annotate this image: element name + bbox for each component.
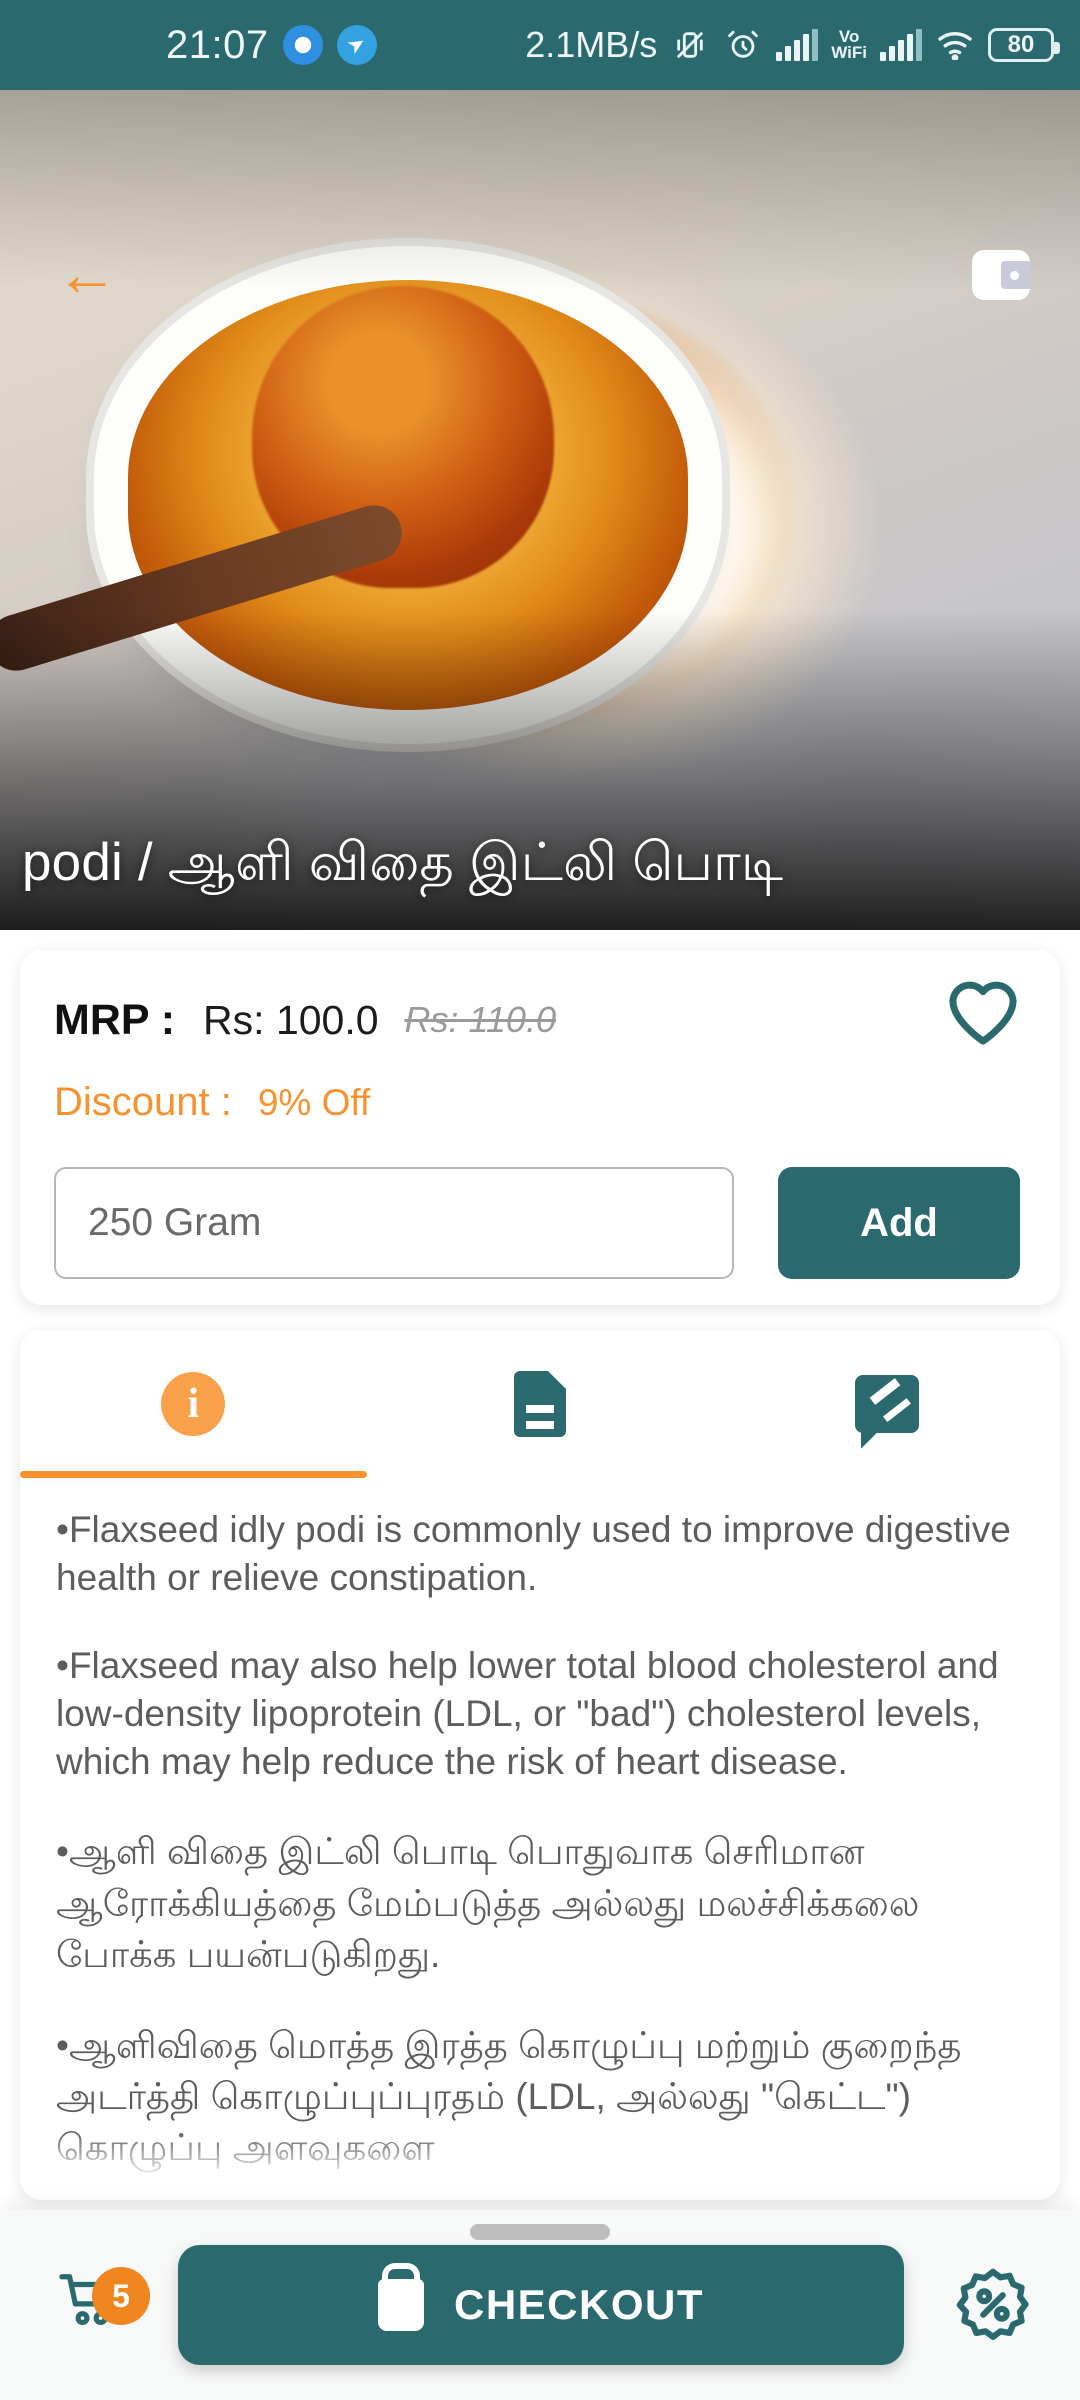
mrp-label: MRP : xyxy=(54,995,176,1044)
network-speed-text: 2.1MB/s xyxy=(525,24,658,65)
description-fade-overlay xyxy=(20,2130,1060,2200)
heart-outline-icon[interactable] xyxy=(940,968,1026,1054)
cart-button[interactable]: 5 xyxy=(14,2267,164,2341)
mrp-row: MRP : Rs: 100.0 Rs: 110.0 xyxy=(54,981,1026,1054)
hero-top-gradient xyxy=(0,90,1080,290)
discount-value: 9% Off xyxy=(257,1081,371,1123)
description-body: •Flaxseed idly podi is commonly used to … xyxy=(20,1478,1060,2173)
signal-bars-2-icon xyxy=(880,29,922,61)
sheet-grabber-handle[interactable] xyxy=(470,2224,610,2240)
offers-button[interactable] xyxy=(918,2266,1068,2344)
tab-information[interactable]: i xyxy=(20,1330,367,1478)
signal-bars-icon xyxy=(776,29,819,61)
status-bar-left: 21:07 xyxy=(166,23,377,68)
back-arrow-icon[interactable]: ← xyxy=(42,230,132,320)
mrp-value: Rs: 100.0 xyxy=(203,996,379,1043)
review-comment-icon xyxy=(854,1375,919,1433)
telegram-icon xyxy=(336,25,377,65)
checkout-button[interactable]: CHECKOUT xyxy=(178,2245,904,2365)
page-title: podi / ஆளி விதை இட்லி பொடி xyxy=(22,832,784,892)
discount-percent-badge-icon xyxy=(954,2266,1032,2344)
cart-badge-count: 5 xyxy=(92,2267,150,2325)
alarm-icon xyxy=(723,25,763,65)
battery-percent: 80 xyxy=(1007,31,1035,58)
tab-reviews[interactable] xyxy=(713,1330,1060,1478)
info-circle-icon: i xyxy=(161,1372,226,1436)
tab-active-indicator xyxy=(20,1471,367,1478)
description-paragraph: •Flaxseed idly podi is commonly used to … xyxy=(56,1509,1011,1599)
checkout-label: CHECKOUT xyxy=(454,2281,704,2328)
bottom-action-bar: 5 CHECKOUT xyxy=(0,2210,1080,2400)
wallet-icon[interactable] xyxy=(964,238,1038,312)
vibrate-off-icon xyxy=(670,25,710,65)
quantity-row: 250 Gram Add xyxy=(54,1167,1026,1279)
price-card: MRP : Rs: 100.0 Rs: 110.0 Discount : 9% … xyxy=(20,950,1060,1305)
product-details-card: i •Flaxseed idly podi is commonly used t… xyxy=(20,1330,1060,2200)
status-bar-right: 2.1MB/s Vo WiFi 80 xyxy=(525,24,1060,66)
wallet-glyph xyxy=(972,250,1031,300)
quantity-select[interactable]: 250 Gram xyxy=(54,1167,734,1279)
focus-dot-icon xyxy=(282,25,323,65)
discount-row: Discount : 9% Off xyxy=(54,1080,1026,1125)
status-time: 21:07 xyxy=(166,22,269,67)
tab-bar: i xyxy=(20,1330,1060,1478)
tab-details[interactable] xyxy=(367,1330,714,1478)
wifi-icon xyxy=(935,25,975,65)
shopping-bag-icon xyxy=(378,2279,424,2331)
mrp-original-price: Rs: 110.0 xyxy=(404,999,556,1040)
battery-icon: 80 xyxy=(988,28,1060,62)
volte-wifi-icon: Vo WiFi xyxy=(831,26,867,62)
description-paragraph: •Flaxseed may also help lower total bloo… xyxy=(56,1645,999,1783)
discount-label: Discount : xyxy=(54,1080,232,1124)
description-paragraph: •ஆளி விதை இட்லி பொடி பொதுவாக செரிமான ஆரோ… xyxy=(56,1831,920,1975)
status-bar: 21:07 2.1MB/s VoWiFi 80 xyxy=(0,0,1080,90)
add-button[interactable]: Add xyxy=(778,1167,1020,1279)
product-image-header: ← podi / ஆளி விதை இட்லி பொடி xyxy=(0,90,1080,930)
document-icon xyxy=(514,1371,566,1437)
